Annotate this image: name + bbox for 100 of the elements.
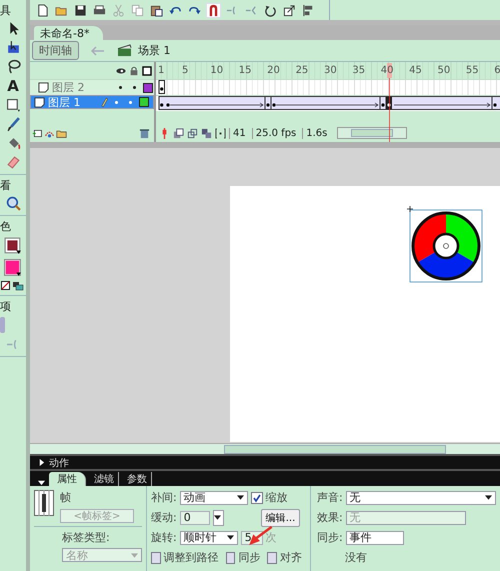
rotate-label: 旋转: bbox=[151, 530, 177, 545]
sync-dropdown[interactable]: 事件 bbox=[346, 530, 404, 544]
frame-track-drawing[interactable] bbox=[156, 79, 500, 95]
frame-number: 50 bbox=[438, 65, 452, 76]
rotate-dropdown[interactable]: 顺时针 bbox=[180, 530, 238, 544]
view-label: 看 bbox=[0, 179, 11, 192]
sound-dropdown[interactable]: 无 bbox=[346, 490, 496, 504]
frame-name-field[interactable]: <帧标签> bbox=[60, 509, 134, 523]
tween-dropdown[interactable]: 动画 bbox=[180, 490, 248, 504]
ease-slider-button[interactable] bbox=[212, 510, 224, 526]
frame-number: 5 bbox=[182, 65, 190, 76]
onion-skin-icon[interactable] bbox=[173, 128, 184, 138]
layer-row[interactable]: 图层 2 bbox=[30, 79, 154, 95]
visibility-dot[interactable] bbox=[115, 100, 118, 104]
new-file-icon[interactable] bbox=[36, 4, 49, 16]
horizontal-scrollbar[interactable] bbox=[30, 443, 500, 454]
save-icon[interactable] bbox=[74, 4, 87, 16]
options-label: 项 bbox=[0, 300, 11, 313]
tools-label: 具 bbox=[0, 4, 11, 17]
caret-icon[interactable] bbox=[484, 495, 492, 500]
elapsed-time: 1.6s bbox=[302, 128, 330, 138]
eraser-tool-icon[interactable] bbox=[6, 155, 20, 170]
pencil-icon bbox=[101, 96, 108, 108]
document-tab[interactable]: 未命名-8* bbox=[34, 26, 104, 40]
timeline-scrollbar[interactable] bbox=[337, 127, 408, 139]
caret-icon[interactable] bbox=[226, 535, 234, 540]
edit-button[interactable]: 编辑... bbox=[260, 508, 300, 526]
visibility-dot[interactable] bbox=[119, 86, 122, 89]
layer-name[interactable]: 图层 2 bbox=[52, 80, 102, 95]
rotate-icon[interactable] bbox=[264, 4, 277, 16]
timeline-button[interactable]: 时间轴 bbox=[32, 41, 79, 60]
subselect-tool-icon[interactable] bbox=[6, 40, 20, 55]
outline-icon[interactable] bbox=[142, 66, 152, 76]
panel-tab[interactable]: 参数 bbox=[123, 472, 152, 486]
option-label: 同步 bbox=[238, 550, 260, 565]
layer-name[interactable]: 图层 1 bbox=[48, 94, 98, 110]
rectangle-tool-icon[interactable] bbox=[6, 98, 20, 113]
color-label: 色 bbox=[0, 220, 11, 233]
scene-label[interactable]: 场景 1 bbox=[138, 43, 170, 58]
sound-label: 声音: bbox=[317, 490, 343, 505]
times-unit: 次 bbox=[266, 530, 277, 545]
layer-color-square[interactable] bbox=[143, 82, 153, 92]
magnet-icon[interactable] bbox=[207, 4, 220, 16]
frame-rate[interactable]: 25.0 fps bbox=[252, 128, 300, 138]
tween-label: 补间: bbox=[151, 490, 177, 505]
scale-label: 缩放 bbox=[266, 490, 288, 505]
actions-panel-header[interactable]: 动作 bbox=[30, 454, 500, 469]
option-checkbox[interactable] bbox=[226, 552, 236, 564]
ease-field[interactable]: 0 bbox=[180, 510, 210, 524]
lasso-tool-icon[interactable] bbox=[6, 59, 20, 74]
ease-label: 缓动: bbox=[151, 510, 177, 525]
frame-icon bbox=[34, 490, 54, 516]
sound-info-text: 没有 bbox=[345, 550, 367, 565]
lock-dot[interactable] bbox=[129, 100, 132, 104]
tween-track-drawing[interactable] bbox=[156, 95, 500, 111]
onion-markers-icon[interactable] bbox=[215, 128, 226, 138]
trash-icon[interactable] bbox=[139, 128, 150, 138]
fill-color-icon[interactable] bbox=[4, 259, 22, 277]
caret-icon[interactable] bbox=[236, 495, 244, 500]
panel-tab[interactable]: 属性 bbox=[49, 472, 86, 486]
layer-icon bbox=[34, 96, 45, 108]
text-tool[interactable]: A bbox=[7, 78, 19, 94]
add-layer-icon[interactable] bbox=[32, 128, 43, 138]
swap-colors-icon[interactable] bbox=[1, 281, 25, 291]
panel-tab[interactable]: 滤镜 bbox=[90, 472, 119, 486]
scale-checkbox[interactable] bbox=[250, 492, 263, 504]
panel-title[interactable]: 动作 bbox=[49, 456, 69, 470]
eye-icon[interactable] bbox=[116, 66, 126, 76]
print-icon[interactable] bbox=[93, 4, 106, 16]
option-label: 调整到路径 bbox=[164, 550, 219, 565]
edit-multiple-frames-icon[interactable] bbox=[201, 128, 212, 138]
collapse-arrow-icon[interactable] bbox=[38, 479, 45, 486]
clapperboard-icon bbox=[117, 44, 132, 57]
frame-label: 帧 bbox=[60, 490, 72, 505]
option-checkbox[interactable] bbox=[267, 552, 278, 564]
frame-number: 15 bbox=[238, 65, 253, 76]
frame-number: 55 bbox=[466, 65, 480, 76]
frame-number: 10 bbox=[210, 65, 224, 76]
label-type-label: 标签类型: bbox=[62, 530, 111, 545]
expand-arrow-icon[interactable] bbox=[38, 459, 45, 466]
scale-icon[interactable] bbox=[283, 4, 296, 16]
layer-icon bbox=[38, 82, 49, 93]
align-icon[interactable] bbox=[302, 4, 315, 16]
brush-tool-icon[interactable] bbox=[6, 117, 20, 132]
sync-label: 同步: bbox=[317, 530, 343, 545]
effect-label: 效果: bbox=[317, 510, 343, 525]
option-label: 对齐 bbox=[280, 550, 302, 565]
layer-row[interactable]: 图层 1 bbox=[30, 95, 154, 109]
frame-number: 40 bbox=[380, 65, 394, 76]
frame-ruler[interactable]: 1 5 10 15 20 25 30 35 40 45 50 55 6 bbox=[156, 62, 500, 79]
stroke-color-icon[interactable] bbox=[4, 237, 22, 255]
lock-dot[interactable] bbox=[133, 86, 136, 89]
lock-icon[interactable] bbox=[129, 66, 139, 76]
caret-icon[interactable] bbox=[214, 515, 221, 520]
paste-icon[interactable] bbox=[150, 4, 163, 16]
onion-outline-icon[interactable] bbox=[187, 128, 198, 138]
layer-color-square[interactable] bbox=[139, 97, 149, 107]
current-frame: 41 bbox=[229, 128, 249, 138]
zoom-icon[interactable] bbox=[6, 196, 20, 211]
option-checkbox[interactable] bbox=[151, 552, 161, 564]
